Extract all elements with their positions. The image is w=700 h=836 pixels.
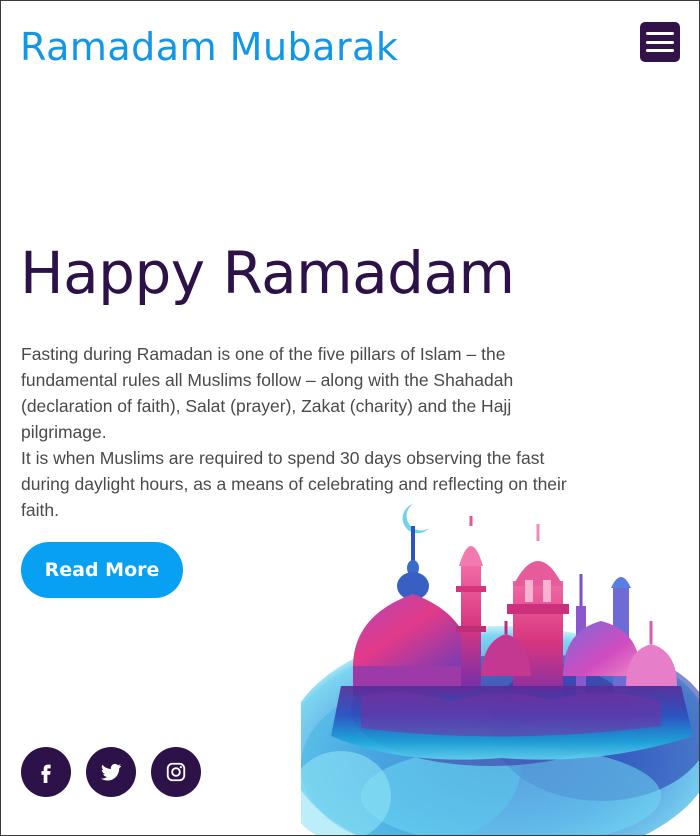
facebook-icon	[41, 764, 51, 783]
site-brand[interactable]: Ramadam Mubarak	[20, 25, 398, 69]
landing-page: Ramadam Mubarak Happy Ramadam Fasting du…	[0, 0, 700, 836]
read-more-button[interactable]: Read More	[21, 542, 183, 598]
instagram-link[interactable]	[151, 747, 201, 797]
mosque-illustration	[301, 504, 699, 835]
twitter-link[interactable]	[86, 747, 136, 797]
hamburger-menu-icon	[646, 49, 674, 52]
social-links	[21, 747, 201, 797]
twitter-icon	[101, 763, 122, 781]
hero-paragraph: Fasting during Ramadan is one of the fiv…	[21, 344, 514, 442]
facebook-link[interactable]	[21, 747, 71, 797]
hero-paragraph: It is when Muslims are required to spend…	[21, 448, 567, 520]
menu-button[interactable]	[640, 22, 680, 62]
hero-title: Happy Ramadam	[20, 239, 515, 307]
hero-description: Fasting during Ramadan is one of the fiv…	[21, 341, 581, 523]
hamburger-menu-icon	[646, 32, 674, 35]
instagram-icon	[166, 762, 186, 782]
hamburger-menu-icon	[646, 40, 674, 44]
